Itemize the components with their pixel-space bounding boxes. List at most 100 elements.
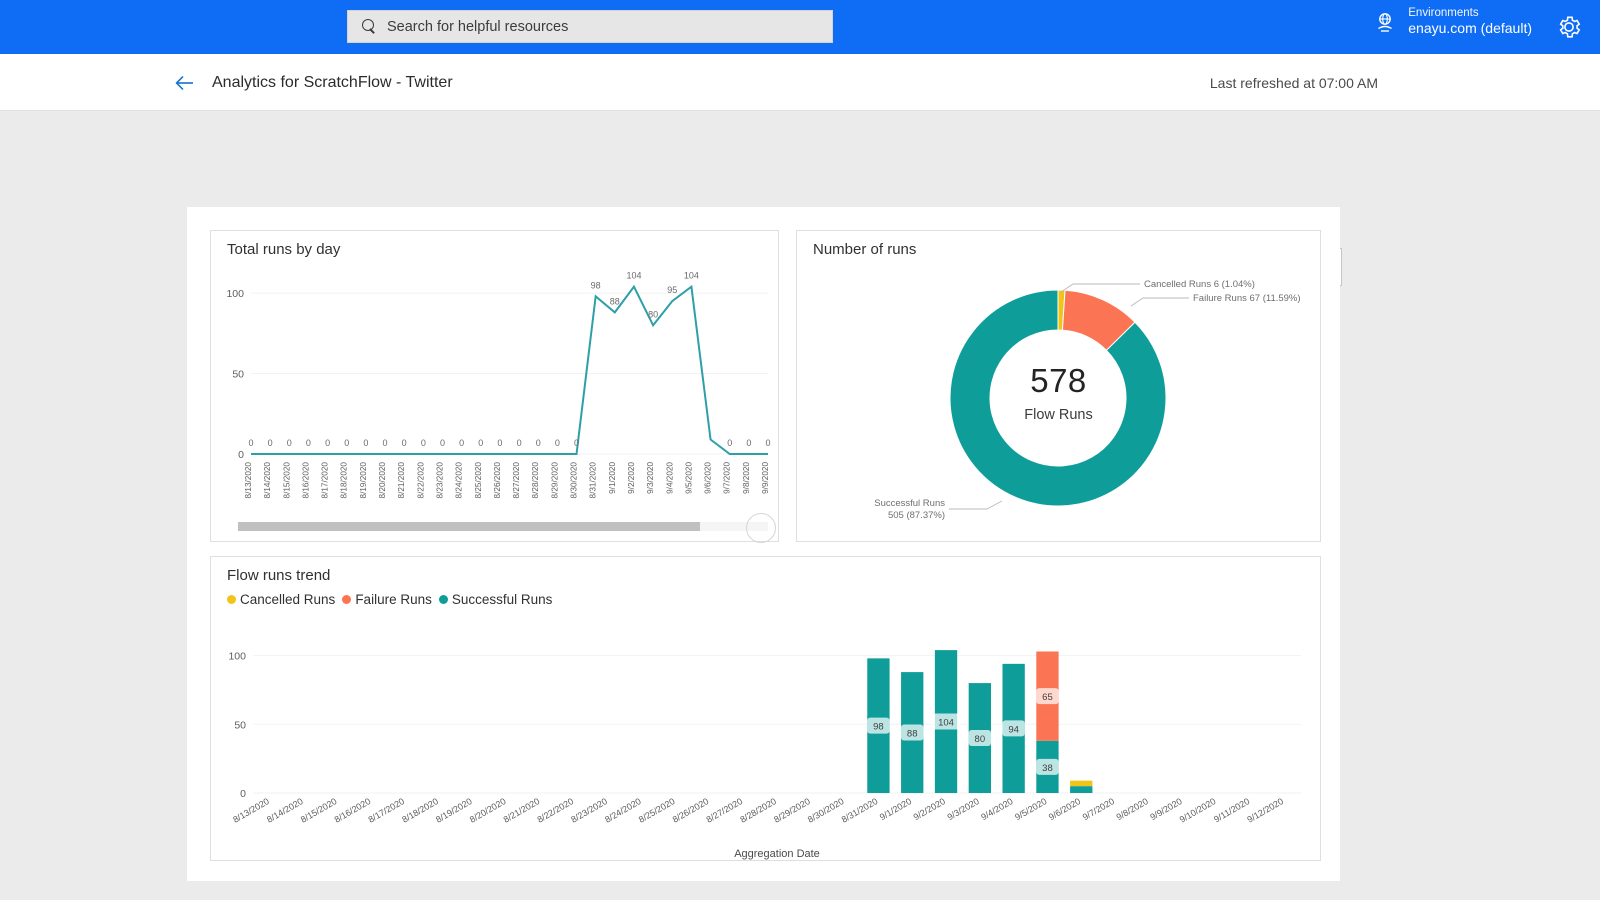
svg-text:8/23/2020: 8/23/2020	[569, 796, 609, 825]
card-flow-runs-trend: Flow runs trend Cancelled Runs Failure R…	[210, 556, 1321, 861]
chart-legend: Cancelled Runs Failure Runs Successful R…	[227, 592, 552, 607]
donut-center-value: 578	[1030, 362, 1087, 399]
svg-text:8/22/2020: 8/22/2020	[416, 462, 425, 499]
svg-text:8/21/2020: 8/21/2020	[502, 796, 542, 825]
legend-dot-failure	[342, 595, 352, 604]
svg-text:0: 0	[421, 438, 426, 448]
svg-text:0: 0	[287, 438, 292, 448]
legend-label-failure: Failure Runs	[355, 592, 432, 607]
legend-dot-successful	[438, 595, 448, 604]
svg-text:8/27/2020: 8/27/2020	[705, 796, 745, 825]
svg-text:8/16/2020: 8/16/2020	[301, 462, 310, 499]
svg-text:0: 0	[325, 438, 330, 448]
svg-text:0: 0	[536, 438, 541, 448]
legend-item-cancelled[interactable]: Cancelled Runs	[227, 592, 335, 607]
svg-text:8/14/2020: 8/14/2020	[263, 462, 272, 499]
svg-text:Failure Runs 67 (11.59%): Failure Runs 67 (11.59%)	[1193, 293, 1301, 304]
svg-text:8/31/2020: 8/31/2020	[589, 462, 598, 499]
svg-text:104: 104	[684, 271, 699, 281]
scrollbar-thumb[interactable]	[238, 522, 700, 531]
last-refreshed-text: Last refreshed at 07:00 AM	[1209, 75, 1378, 91]
svg-text:100: 100	[226, 288, 244, 300]
svg-text:8/18/2020: 8/18/2020	[340, 462, 349, 499]
svg-text:9/3/2020: 9/3/2020	[945, 796, 980, 822]
legend-item-failure[interactable]: Failure Runs	[342, 592, 432, 607]
svg-text:9/8/2020: 9/8/2020	[1115, 796, 1150, 822]
svg-text:104: 104	[938, 718, 954, 729]
svg-text:80: 80	[648, 309, 658, 319]
svg-text:8/17/2020: 8/17/2020	[366, 796, 406, 825]
environment-selector[interactable]: Environments enayu.com (default)	[1374, 6, 1532, 38]
donut-center-label: Flow Runs	[1024, 407, 1093, 423]
svg-text:95: 95	[667, 285, 677, 295]
svg-text:8/15/2020: 8/15/2020	[299, 796, 339, 825]
svg-text:0: 0	[363, 438, 368, 448]
svg-text:8/23/2020: 8/23/2020	[435, 462, 444, 499]
svg-text:94: 94	[1008, 724, 1019, 735]
svg-text:8/31/2020: 8/31/2020	[840, 796, 880, 825]
page-subheader: Analytics for ScratchFlow - Twitter Last…	[0, 54, 1600, 111]
svg-text:8/30/2020: 8/30/2020	[806, 796, 846, 825]
svg-text:8/20/2020: 8/20/2020	[378, 462, 387, 499]
svg-text:9/1/2020: 9/1/2020	[878, 796, 913, 822]
svg-text:0: 0	[240, 788, 246, 800]
svg-text:8/14/2020: 8/14/2020	[265, 796, 305, 825]
search-icon	[362, 19, 377, 34]
svg-text:Aggregation Date: Aggregation Date	[734, 848, 820, 860]
svg-text:0: 0	[517, 438, 522, 448]
svg-text:0: 0	[746, 438, 751, 448]
legend-item-successful[interactable]: Successful Runs	[438, 592, 553, 607]
page-title: Analytics for ScratchFlow - Twitter	[212, 74, 453, 91]
svg-text:88: 88	[610, 296, 620, 306]
svg-text:8/22/2020: 8/22/2020	[535, 796, 575, 825]
legend-label-successful: Successful Runs	[451, 592, 553, 607]
svg-text:8/28/2020: 8/28/2020	[531, 462, 540, 499]
svg-text:0: 0	[574, 438, 579, 448]
svg-text:8/18/2020: 8/18/2020	[400, 796, 440, 825]
svg-text:38: 38	[1042, 763, 1053, 774]
card-title-total-runs: Total runs by day	[227, 241, 341, 258]
line-chart-total-runs-by-day: 0501000 0 0 0 0 0 0 0 0 0 0 0 0 0 0 0 0 0988810480951040 0…	[226, 271, 770, 499]
search-placeholder: Search for helpful resources	[387, 18, 569, 35]
svg-text:8/13/2020: 8/13/2020	[244, 462, 253, 499]
svg-text:Successful Runs: Successful Runs	[874, 498, 945, 509]
svg-text:65: 65	[1042, 692, 1053, 703]
card-number-of-runs: Number of runs Cancelled Runs 6 (1.04%) F…	[796, 230, 1321, 542]
card-title-flow-runs-trend: Flow runs trend	[227, 567, 331, 584]
svg-text:9/6/2020: 9/6/2020	[704, 462, 713, 494]
legend-dot-cancelled	[227, 595, 236, 604]
card-total-runs-by-day: Total runs by day 0 50 100 0 0 0 0 0 0 0 0 0 0 0 0 0 0 0 0…	[210, 230, 779, 543]
svg-text:8/24/2020: 8/24/2020	[455, 462, 464, 499]
svg-text:0: 0	[268, 438, 273, 448]
svg-text:9/4/2020: 9/4/2020	[979, 796, 1014, 822]
svg-text:8/21/2020: 8/21/2020	[397, 462, 406, 499]
environments-label: Environments	[1408, 7, 1479, 19]
svg-text:9/5/2020: 9/5/2020	[1013, 796, 1048, 822]
gear-icon[interactable]	[1556, 14, 1582, 40]
svg-text:9/11/2020: 9/11/2020	[1212, 796, 1251, 824]
scroll-knob-circle[interactable]	[746, 513, 776, 543]
svg-text:8/26/2020: 8/26/2020	[671, 796, 711, 825]
svg-text:0: 0	[440, 438, 445, 448]
chart-horizontal-scrollbar[interactable]	[238, 522, 768, 531]
back-arrow-icon[interactable]	[174, 72, 196, 94]
svg-text:8/26/2020: 8/26/2020	[493, 462, 502, 499]
svg-text:50: 50	[234, 719, 246, 731]
svg-text:100: 100	[228, 651, 246, 663]
svg-text:0: 0	[248, 438, 253, 448]
environment-name: enayu.com (default)	[1408, 20, 1532, 37]
svg-text:8/13/2020: 8/13/2020	[231, 796, 271, 825]
svg-text:8/27/2020: 8/27/2020	[512, 462, 521, 499]
svg-text:9/12/2020: 9/12/2020	[1245, 796, 1285, 825]
svg-text:0: 0	[459, 438, 464, 448]
svg-text:8/28/2020: 8/28/2020	[738, 796, 778, 825]
svg-text:0: 0	[765, 438, 770, 448]
svg-text:8/25/2020: 8/25/2020	[474, 462, 483, 499]
svg-text:98: 98	[873, 722, 884, 733]
svg-text:8/30/2020: 8/30/2020	[570, 462, 579, 499]
bar-chart-flow-runs-trend: 0501009888104809438658/13/20208/14/20208…	[228, 650, 1301, 860]
toolbar-row: Usage Errors Select range Last 30 days	[0, 112, 1600, 297]
environment-icon	[1374, 11, 1396, 33]
search-input[interactable]: Search for helpful resources	[347, 10, 833, 43]
svg-text:8/29/2020: 8/29/2020	[550, 462, 559, 499]
